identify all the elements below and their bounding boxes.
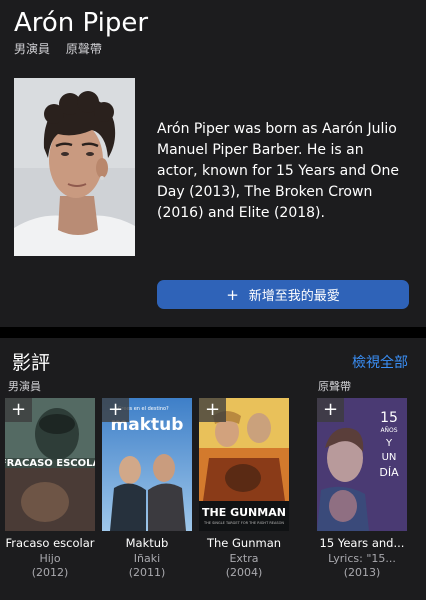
see-all-link[interactable]: 檢視全部 bbox=[352, 352, 408, 372]
role-actor: 男演員 bbox=[14, 42, 51, 56]
artist-header: Arón Piper 男演員 原聲帶 Arón Piper was born a… bbox=[0, 0, 426, 327]
add-icon[interactable]: + bbox=[199, 398, 226, 422]
poster-text-line: UN bbox=[382, 452, 397, 463]
film-poster[interactable]: ¿Crees en el destino? maktub + bbox=[102, 398, 192, 531]
add-icon[interactable]: + bbox=[317, 398, 344, 422]
film-card[interactable]: THE GUNMAN THE SINGLE TARGET FOR THE RIG… bbox=[196, 398, 292, 579]
filmography-section: 影評 檢視全部 男演員 原聲帶 FRACASO ESCOLA + Fracaso… bbox=[0, 338, 426, 600]
artist-roles: 男演員 原聲帶 bbox=[14, 40, 114, 57]
film-role: Iñaki bbox=[133, 552, 161, 565]
film-title: Maktub bbox=[125, 536, 169, 550]
plus-icon: + bbox=[226, 285, 239, 304]
artist-name: Arón Piper bbox=[14, 8, 149, 38]
film-poster[interactable]: FRACASO ESCOLA + bbox=[5, 398, 95, 531]
artist-bio: Arón Piper was born as Aarón Julio Manue… bbox=[157, 121, 399, 221]
film-year: (2012) bbox=[31, 566, 69, 579]
film-card[interactable]: FRACASO ESCOLA + Fracaso escolar Hijo (2… bbox=[2, 398, 98, 579]
add-icon[interactable]: + bbox=[102, 398, 129, 422]
film-title: The Gunman bbox=[206, 536, 282, 550]
add-icon[interactable]: + bbox=[5, 398, 32, 422]
poster-text-line: DÍA bbox=[379, 466, 399, 479]
role-soundtrack: 原聲帶 bbox=[65, 42, 102, 56]
section-divider bbox=[0, 327, 426, 338]
film-title: Fracaso escolar bbox=[5, 536, 95, 550]
artist-portrait bbox=[14, 78, 135, 256]
film-poster[interactable]: THE GUNMAN THE SINGLE TARGET FOR THE RIG… bbox=[199, 398, 289, 531]
film-role: Hijo bbox=[39, 552, 61, 565]
poster-title-text: THE GUNMAN bbox=[202, 506, 286, 519]
film-role: Extra bbox=[229, 552, 259, 565]
film-role: Lyrics: "15... bbox=[328, 552, 396, 565]
add-to-favorites-button[interactable]: + 新增至我的最愛 bbox=[157, 280, 409, 309]
poster-text-line: AÑOS bbox=[380, 427, 397, 434]
film-year: (2004) bbox=[225, 566, 263, 579]
soundtrack-group-label: 原聲帶 bbox=[318, 380, 351, 393]
film-year: (2013) bbox=[343, 566, 381, 579]
poster-text-line: Y bbox=[385, 438, 393, 449]
add-to-favorites-label: 新增至我的最愛 bbox=[248, 289, 340, 304]
film-year: (2011) bbox=[128, 566, 166, 579]
film-poster[interactable]: 15 AÑOS Y UN DÍA + bbox=[317, 398, 407, 531]
poster-title-text: FRACASO ESCOLA bbox=[5, 458, 95, 469]
film-card[interactable]: ¿Crees en el destino? maktub + Maktub Iñ… bbox=[99, 398, 195, 579]
film-title: 15 Years and... bbox=[319, 536, 405, 550]
section-title: 影評 bbox=[12, 352, 51, 374]
film-card[interactable]: 15 AÑOS Y UN DÍA + 15 Years and... Lyric… bbox=[314, 398, 410, 579]
poster-text-line: 15 bbox=[380, 410, 398, 426]
actor-group-label: 男演員 bbox=[8, 380, 41, 393]
poster-tagline-text: THE SINGLE TARGET FOR THE RIGHT REASON bbox=[203, 521, 284, 525]
